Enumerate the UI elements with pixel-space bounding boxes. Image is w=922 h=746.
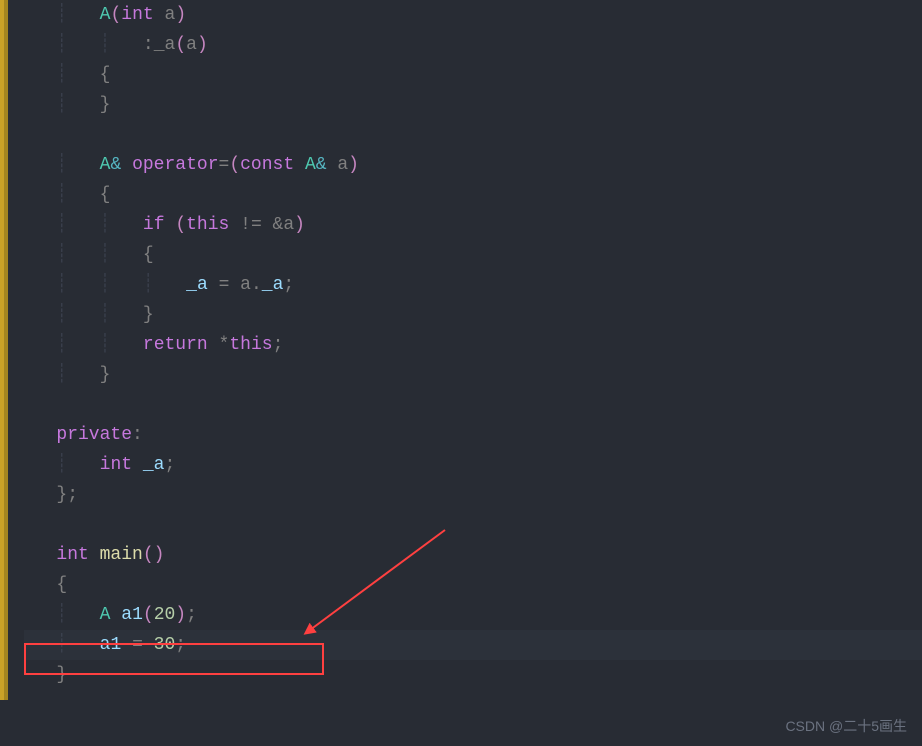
code-line[interactable]: } bbox=[24, 660, 922, 690]
code-editor[interactable]: ┊ A(int a) ┊ ┊ :_a(a) ┊ { ┊ } ┊ A& opera… bbox=[24, 0, 922, 690]
watermark: CSDN @二十5画生 bbox=[785, 716, 907, 736]
code-line[interactable]: ┊ ┊ if (this != &a) bbox=[24, 210, 922, 240]
code-line[interactable] bbox=[24, 390, 922, 420]
code-line[interactable]: ┊ A a1(20); bbox=[24, 600, 922, 630]
code-line[interactable]: ┊ ┊ } bbox=[24, 300, 922, 330]
code-line[interactable]: ┊ ┊ :_a(a) bbox=[24, 30, 922, 60]
modification-bar-2 bbox=[4, 0, 8, 700]
code-line[interactable]: ┊ A(int a) bbox=[24, 0, 922, 30]
code-line[interactable]: ┊ a1 = 30; bbox=[24, 630, 922, 660]
code-line[interactable]: ┊ ┊ ┊ _a = a._a; bbox=[24, 270, 922, 300]
code-line[interactable]: }; bbox=[24, 480, 922, 510]
code-line[interactable]: ┊ ┊ return *this; bbox=[24, 330, 922, 360]
code-line[interactable] bbox=[24, 510, 922, 540]
code-line[interactable]: ┊ { bbox=[24, 180, 922, 210]
code-line[interactable] bbox=[24, 120, 922, 150]
code-line[interactable]: ┊ A& operator=(const A& a) bbox=[24, 150, 922, 180]
code-line[interactable]: { bbox=[24, 570, 922, 600]
code-line[interactable]: ┊ int _a; bbox=[24, 450, 922, 480]
code-line[interactable]: ┊ ┊ { bbox=[24, 240, 922, 270]
code-line[interactable]: private: bbox=[24, 420, 922, 450]
code-line[interactable]: ┊ } bbox=[24, 360, 922, 390]
gutter-margin bbox=[0, 0, 24, 746]
code-line[interactable]: ┊ } bbox=[24, 90, 922, 120]
code-line[interactable]: int main() bbox=[24, 540, 922, 570]
code-line[interactable]: ┊ { bbox=[24, 60, 922, 90]
